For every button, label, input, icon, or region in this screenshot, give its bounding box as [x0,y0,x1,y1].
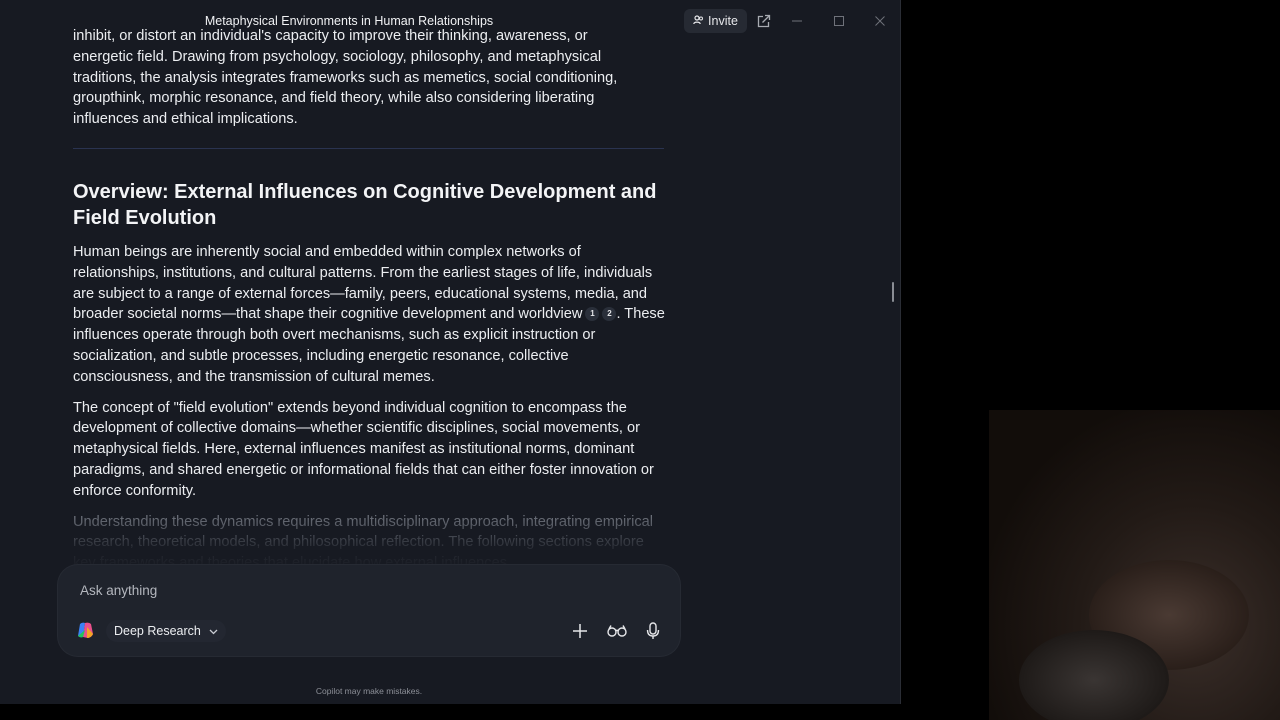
invite-label: Invite [708,14,738,28]
close-icon[interactable] [871,12,889,30]
maximize-icon[interactable] [830,12,848,30]
invite-button[interactable]: Invite [684,9,747,33]
ask-input[interactable]: Ask anything [80,583,157,598]
paragraph-text: Human beings are inherently social and e… [73,243,653,323]
copilot-logo-icon [76,621,95,640]
intro-line: energetic field. Drawing from psychology… [73,48,602,65]
intro-line: influences and ethical implications. [73,111,298,128]
microphone-icon[interactable] [643,621,663,641]
citation-badge[interactable]: 1 [585,307,600,322]
people-icon [693,14,704,28]
webcam-figure [1019,630,1169,720]
citation-badge[interactable]: 2 [602,307,617,322]
response-content: inhibit, or distort an individual's capa… [73,26,665,565]
overview-paragraph-2: The concept of "field evolution" extends… [73,399,654,499]
mode-label: Deep Research [114,624,201,638]
intro-line: traditions, the analysis integrates fram… [73,69,618,86]
chevron-down-icon [209,624,218,638]
copilot-window: inhibit, or distort an individual's capa… [0,0,901,704]
disclaimer-text: Copilot may make mistakes. [315,686,423,696]
overview-paragraph-1: Human beings are inherently social and e… [73,242,665,388]
intro-line: groupthink, morphic resonance, and field… [73,90,595,107]
section-heading: Overview: External Influences on Cogniti… [73,180,657,229]
window-title: Metaphysical Environments in Human Relat… [204,14,494,28]
plus-icon[interactable] [570,621,590,641]
pop-out-icon[interactable] [755,12,773,30]
chat-composer: Ask anything Deep Research [58,565,680,656]
title-bar: Metaphysical Environments in Human Relat… [0,0,900,42]
mode-selector-button[interactable]: Deep Research [106,620,226,642]
overview-paragraph-3: Understanding these dynamics requires a … [73,513,653,565]
minimize-icon[interactable] [788,12,806,30]
section-divider [73,147,664,149]
conversation-scroll-area[interactable]: inhibit, or distort an individual's capa… [0,0,900,565]
glasses-icon[interactable] [607,621,627,641]
webcam-overlay [989,410,1280,720]
scrollbar-thumb[interactable] [892,282,894,302]
